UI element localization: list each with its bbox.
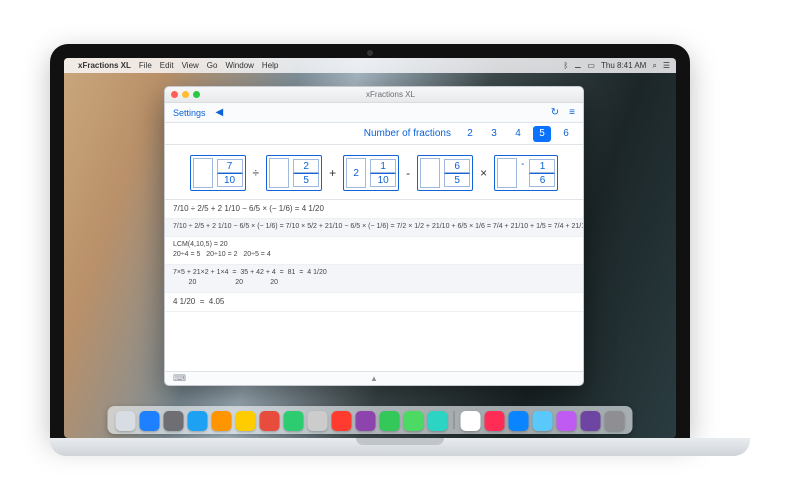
status-search-icon[interactable]: ⌕ (652, 61, 656, 71)
menu-edit[interactable]: Edit (160, 61, 174, 70)
term-5[interactable]: · - 1 6 (494, 155, 558, 191)
whole-2-input[interactable]: · (269, 158, 289, 188)
result-line-3: 7×5 + 21×2 + 1×4 = 35 + 42 + 4 = 81 = 4 … (165, 265, 583, 293)
operator-4[interactable]: × (477, 166, 490, 180)
list-icon[interactable]: ≡ (569, 107, 575, 118)
dock-app-8[interactable] (308, 411, 328, 431)
menu-go[interactable]: Go (207, 61, 218, 70)
desktop-screen: xFractions XL File Edit View Go Window H… (64, 58, 676, 438)
whole-4-input[interactable]: · (420, 158, 440, 188)
count-option-6[interactable]: 6 (557, 126, 575, 142)
status-notif-icon[interactable]: ☰ (663, 61, 670, 70)
menu-view[interactable]: View (182, 61, 199, 70)
close-icon[interactable] (171, 91, 178, 98)
dock-app-1[interactable] (140, 411, 160, 431)
menu-file[interactable]: File (139, 61, 152, 70)
denominator-2-input[interactable]: 5 (293, 173, 319, 187)
dock-app-6[interactable] (260, 411, 280, 431)
app-name-menu[interactable]: xFractions XL (78, 61, 131, 70)
dock-app-15[interactable] (485, 411, 505, 431)
menu-window[interactable]: Window (225, 61, 253, 70)
term-3[interactable]: 2 1 10 (343, 155, 399, 191)
whole-1-input[interactable]: · (193, 158, 213, 188)
denominator-1-input[interactable]: 10 (217, 173, 243, 187)
window-title: xFractions XL (204, 90, 577, 99)
numerator-4-input[interactable]: 6 (444, 159, 470, 173)
dock-app-14[interactable] (461, 411, 481, 431)
status-battery-icon: ▭ (587, 61, 595, 70)
denominator-5-input[interactable]: 6 (529, 173, 555, 187)
macos-dock (108, 406, 633, 434)
dock-app-4[interactable] (212, 411, 232, 431)
dock-app-17[interactable] (533, 411, 553, 431)
zoom-icon[interactable] (193, 91, 200, 98)
macos-menubar: xFractions XL File Edit View Go Window H… (64, 58, 676, 73)
count-option-4[interactable]: 4 (509, 126, 527, 142)
dock-app-11[interactable] (380, 411, 400, 431)
denominator-4-input[interactable]: 5 (444, 173, 470, 187)
settings-button[interactable]: Settings (173, 108, 206, 118)
numerator-3-input[interactable]: 1 (370, 159, 396, 173)
numerator-5-input[interactable]: 1 (529, 159, 555, 173)
dock-app-9[interactable] (332, 411, 352, 431)
status-time: Thu 8:41 AM (601, 61, 646, 70)
dock-app-5[interactable] (236, 411, 256, 431)
operator-1[interactable]: ÷ (250, 166, 263, 180)
numerator-1-input[interactable]: 7 (217, 159, 243, 173)
dock-app-13[interactable] (428, 411, 448, 431)
dock-app-2[interactable] (164, 411, 184, 431)
dock-app-20[interactable] (605, 411, 625, 431)
keyboard-icon[interactable]: ⌨ (173, 373, 186, 384)
app-window: xFractions XL Settings ◀ ↻ ≡ Numbe (164, 86, 584, 386)
result-line-4: 4 1/20 = 4.05 (165, 293, 583, 312)
window-footer: ⌨ ▲ (165, 371, 583, 385)
whole-3-input[interactable]: 2 (346, 158, 366, 188)
term-2[interactable]: · 2 5 (266, 155, 322, 191)
result-line-2: LCM(4,10,5) = 20 20÷4 = 5 20÷10 = 2 20÷5… (165, 237, 583, 265)
fraction-count-bar: Number of fractions 2 3 4 5 6 (165, 123, 583, 145)
loop-icon[interactable]: ↻ (551, 107, 559, 118)
menu-help[interactable]: Help (262, 61, 278, 70)
expression-row: · 7 10 ÷ · 2 5 (165, 145, 583, 200)
result-line-0: 7/10 ÷ 2/5 + 2 1/10 − 6/5 × (− 1/6) = 4 … (165, 200, 583, 219)
results-pane: 7/10 ÷ 2/5 + 2 1/10 − 6/5 × (− 1/6) = 4 … (165, 200, 583, 371)
status-wifi-icon: ⚊ (574, 61, 581, 70)
dock-app-3[interactable] (188, 411, 208, 431)
status-bluetooth-icon: ᛒ (563, 61, 568, 70)
back-icon[interactable]: ◀ (216, 107, 224, 118)
result-line-1: 7/10 ÷ 2/5 + 2 1/10 − 6/5 × (− 1/6) = 7/… (165, 219, 583, 237)
count-option-2[interactable]: 2 (461, 126, 479, 142)
window-titlebar: xFractions XL (165, 87, 583, 103)
dock-app-10[interactable] (356, 411, 376, 431)
dock-app-12[interactable] (404, 411, 424, 431)
minimize-icon[interactable] (182, 91, 189, 98)
numerator-2-input[interactable]: 2 (293, 159, 319, 173)
count-option-5[interactable]: 5 (533, 126, 551, 142)
term-1[interactable]: · 7 10 (190, 155, 246, 191)
dock-app-18[interactable] (557, 411, 577, 431)
count-option-3[interactable]: 3 (485, 126, 503, 142)
dock-app-19[interactable] (581, 411, 601, 431)
dock-app-7[interactable] (284, 411, 304, 431)
whole-5-input[interactable]: · (497, 158, 517, 188)
app-toolbar: Settings ◀ ↻ ≡ (165, 103, 583, 123)
operator-2[interactable]: + (326, 166, 339, 180)
expand-icon[interactable]: ▲ (370, 374, 378, 383)
dock-app-0[interactable] (116, 411, 136, 431)
fraction-count-label: Number of fractions (364, 128, 451, 139)
negative-sign-5: - (521, 159, 524, 170)
denominator-3-input[interactable]: 10 (370, 173, 396, 187)
term-4[interactable]: · 6 5 (417, 155, 473, 191)
operator-3[interactable]: - (403, 166, 413, 180)
dock-app-16[interactable] (509, 411, 529, 431)
